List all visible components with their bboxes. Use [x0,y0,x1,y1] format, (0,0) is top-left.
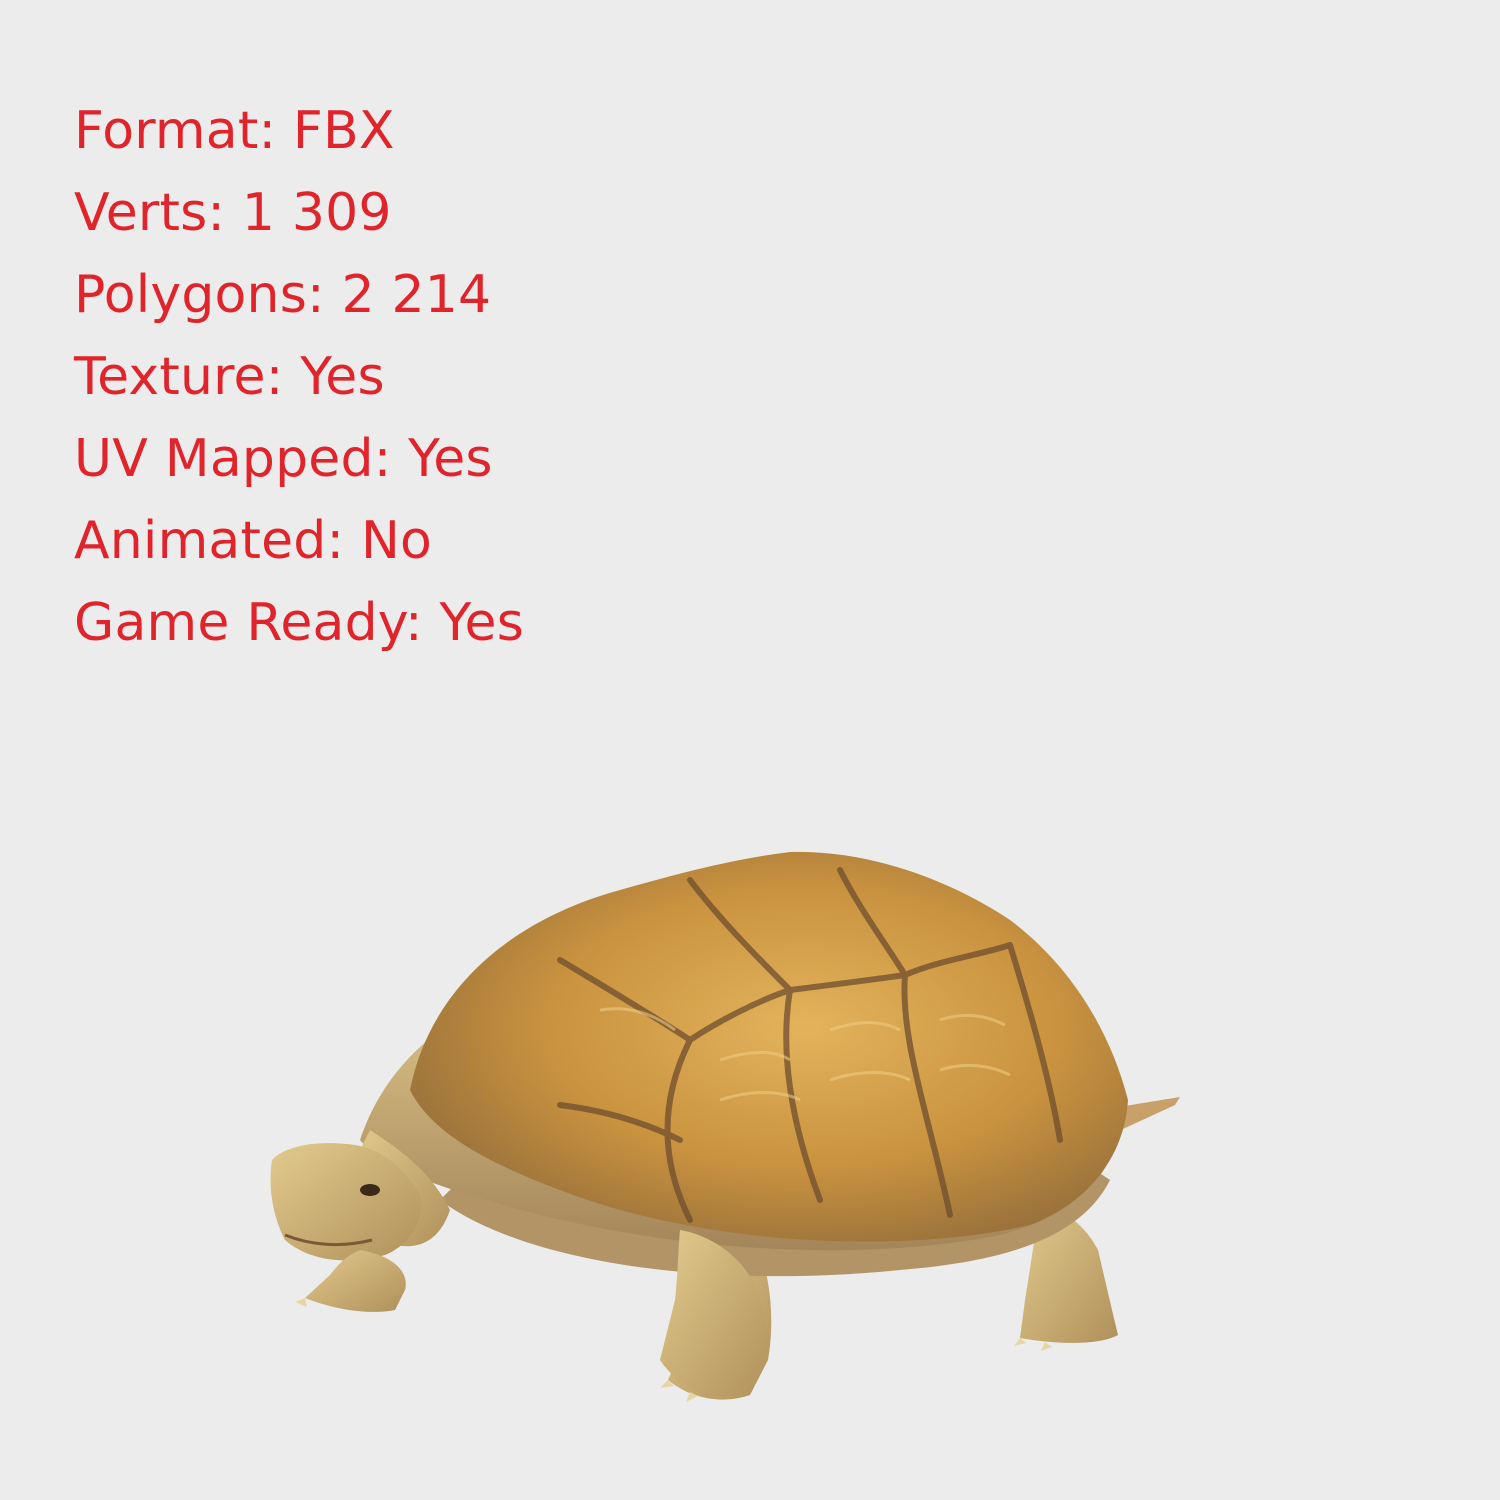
tortoise-model-render [270,851,1180,1402]
eye [360,1184,380,1196]
front-left-leg [305,1250,406,1312]
